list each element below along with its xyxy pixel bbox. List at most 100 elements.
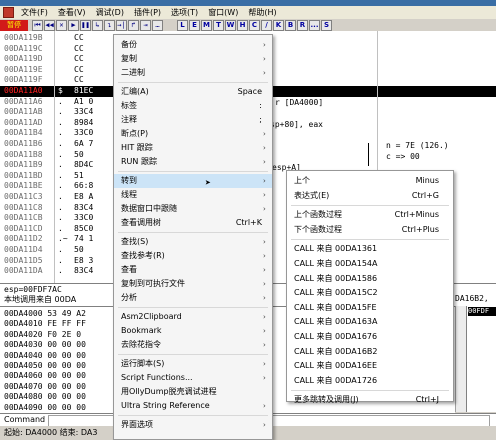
menu-debug[interactable]: 调试(D): [91, 7, 129, 18]
handles-button[interactable]: H: [237, 19, 248, 31]
context-menu-item[interactable]: 二进制 ›: [114, 66, 272, 80]
menu-file[interactable]: 文件(F): [16, 7, 53, 18]
context-menu-item[interactable]: 界面选项 ›: [114, 418, 272, 432]
context-menu: 备份 › 复制 › 二进制 › 汇编(A) Space 标签: 注释; 断点(P) › HIT 跟踪 › R…: [113, 34, 273, 440]
submenu-item[interactable]: 下个函数过程 Ctrl+Plus: [287, 223, 453, 237]
context-menu-item[interactable]: 用OllyDump脱壳调试进程: [114, 385, 272, 399]
app-icon[interactable]: [3, 7, 14, 18]
context-menu-item[interactable]: 断点(P) ›: [114, 127, 272, 141]
row-marker: .~: [58, 234, 68, 244]
run-trace-button[interactable]: ...: [309, 19, 320, 31]
menu-item-label: 汇编(A): [121, 87, 149, 96]
menu-item-label: Bookmark: [121, 326, 162, 335]
menu-view[interactable]: 查看(V): [53, 7, 91, 18]
context-menu-item[interactable]: 查找参考(R) ›: [114, 249, 272, 263]
submenu-item[interactable]: CALL 来自 00DA15C2: [287, 286, 453, 300]
pause-button[interactable]: ❚❚: [80, 19, 91, 31]
dump-row[interactable]: 00DA4020 F0 2E 0: [4, 330, 81, 340]
context-menu-item[interactable]: 去除花指令 ›: [114, 338, 272, 352]
dump-row[interactable]: 00DA4080 00 00 00: [4, 392, 86, 402]
context-menu-item[interactable]: 分析 ›: [114, 291, 272, 305]
context-menu-item[interactable]: 复制 ›: [114, 52, 272, 66]
row-hex: 85C0: [74, 223, 94, 233]
context-menu-item[interactable]: 查看 ›: [114, 263, 272, 277]
references-button[interactable]: R: [297, 19, 308, 31]
close-button[interactable]: ✕: [56, 19, 67, 31]
submenu-arrow-icon: ›: [263, 294, 266, 302]
row-address: 00DA119B: [4, 33, 43, 42]
submenu-item[interactable]: CALL 来自 00DA16EE: [287, 359, 453, 373]
context-menu-item[interactable]: 转到 ›: [114, 174, 272, 188]
info-right-text: DA16B2,: [455, 294, 489, 303]
step-over-button[interactable]: ↴: [104, 19, 115, 31]
submenu-item[interactable]: CALL 来自 00DA15FE: [287, 301, 453, 315]
stack-pane[interactable]: [466, 306, 496, 412]
cpu-button[interactable]: C: [249, 19, 260, 31]
context-menu-item[interactable]: 数据窗口中跟随 ›: [114, 202, 272, 216]
dump-row[interactable]: 00DA4010 FE FF FF: [4, 319, 86, 329]
context-menu-item[interactable]: Asm2Clipboard ›: [114, 310, 272, 324]
hint-n: n = 7E (126.): [386, 141, 449, 150]
rewind-button[interactable]: ◀◀: [44, 19, 55, 31]
submenu-item[interactable]: CALL 来自 00DA1586: [287, 272, 453, 286]
context-menu-item[interactable]: Ultra String Reference ›: [114, 399, 272, 413]
row-address: 00DA11D2: [4, 234, 43, 244]
context-menu-item[interactable]: 运行脚本(S) ›: [114, 357, 272, 371]
menu-window[interactable]: 窗口(W): [203, 7, 243, 18]
submenu-item[interactable]: CALL 来自 00DA1726: [287, 374, 453, 388]
submenu-item[interactable]: 表达式(E) Ctrl+G: [287, 189, 453, 203]
context-menu-item[interactable]: 汇编(A) Space: [114, 85, 272, 99]
context-menu-item[interactable]: 注释;: [114, 113, 272, 127]
submenu-item[interactable]: CALL 来自 00DA1676: [287, 330, 453, 344]
context-menu-item[interactable]: 查看调用树 Ctrl+K: [114, 216, 272, 230]
submenu-item[interactable]: CALL 来自 00DA163A: [287, 315, 453, 329]
goto-button[interactable]: …: [152, 19, 163, 31]
submenu-arrow-icon: ›: [263, 327, 266, 335]
log-window-button[interactable]: L: [177, 19, 188, 31]
context-menu-item[interactable]: 线程 ›: [114, 188, 272, 202]
context-menu-item[interactable]: Script Functions... ›: [114, 371, 272, 385]
row-address: 00DA119E: [4, 64, 43, 74]
dump-row[interactable]: 00DA4040 00 00 00: [4, 351, 86, 361]
dump-row[interactable]: 00DA4070 00 00 00: [4, 382, 86, 392]
restart-button[interactable]: ⏮: [32, 19, 43, 31]
submenu-item[interactable]: 上个 Minus: [287, 174, 453, 188]
modules-button[interactable]: E: [189, 19, 200, 31]
submenu-arrow-icon: ›: [263, 360, 266, 368]
context-menu-item[interactable]: RUN 跟踪 ›: [114, 155, 272, 169]
menu-item-label: 上个函数过程: [294, 210, 342, 220]
source-button[interactable]: S: [321, 19, 332, 31]
dump-row[interactable]: 00DA4050 00 00 00: [4, 361, 86, 371]
context-menu-item[interactable]: 查找(S) ›: [114, 235, 272, 249]
context-menu-item[interactable]: Bookmark ›: [114, 324, 272, 338]
submenu-item[interactable]: CALL 来自 00DA1361: [287, 242, 453, 256]
context-menu-item[interactable]: 复制到可执行文件 ›: [114, 277, 272, 291]
windows-button[interactable]: W: [225, 19, 236, 31]
submenu-item[interactable]: 更多跳转及调用(J) Ctrl+J: [287, 393, 453, 407]
dump-row[interactable]: 00DA4000 53 49 A2: [4, 309, 86, 319]
memory-button[interactable]: M: [201, 19, 212, 31]
menu-item-label: CALL 来自 00DA1586: [294, 273, 378, 283]
call-stack-button[interactable]: K: [273, 19, 284, 31]
menu-options[interactable]: 选项(T): [166, 7, 203, 18]
trace-over-button[interactable]: ↱: [128, 19, 139, 31]
context-menu-item[interactable]: 标签:: [114, 99, 272, 113]
menu-help[interactable]: 帮助(H): [243, 7, 281, 18]
context-menu-item[interactable]: 备份 ›: [114, 38, 272, 52]
threads-button[interactable]: T: [213, 19, 224, 31]
breakpoints-button[interactable]: B: [285, 19, 296, 31]
submenu-item[interactable]: CALL 来自 00DA16B2: [287, 345, 453, 359]
run-button[interactable]: ▶: [68, 19, 79, 31]
menu-plugins[interactable]: 插件(P): [129, 7, 166, 18]
dump-row[interactable]: 00DA4030 00 00 00: [4, 340, 86, 350]
context-menu-item[interactable]: HIT 跟踪 ›: [114, 141, 272, 155]
step-into-button[interactable]: ↳: [92, 19, 103, 31]
menu-item-label: 表达式(E): [294, 190, 330, 200]
submenu-item[interactable]: 上个函数过程 Ctrl+Minus: [287, 208, 453, 222]
patches-button[interactable]: /: [261, 19, 272, 31]
dump-row[interactable]: 00DA4090 00 00 00: [4, 403, 86, 413]
execute-till-return-button[interactable]: ⇥: [140, 19, 151, 31]
dump-row[interactable]: 00DA4060 00 00 00: [4, 371, 86, 381]
trace-into-button[interactable]: →|: [116, 19, 127, 31]
submenu-item[interactable]: CALL 来自 00DA154A: [287, 257, 453, 271]
